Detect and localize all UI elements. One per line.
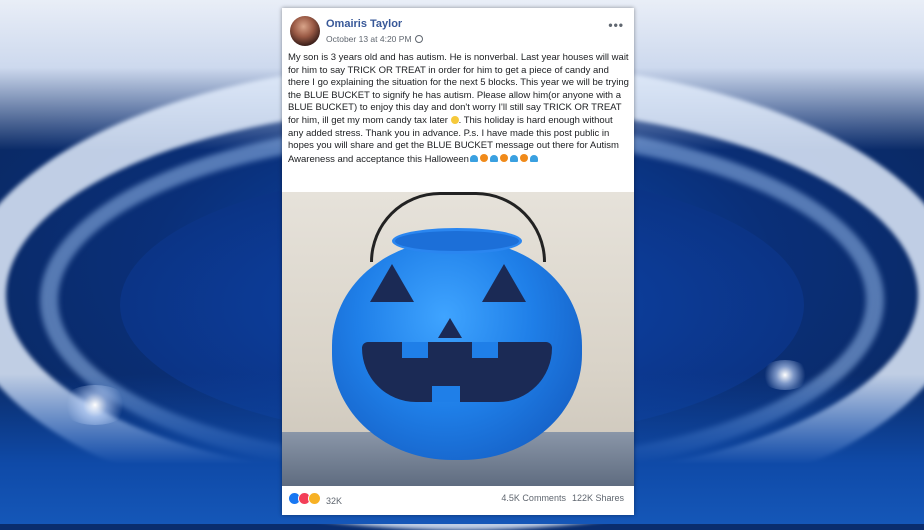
post-text: My son is 3 years old and has autism. He… <box>288 52 630 166</box>
emoji-row <box>469 153 539 166</box>
blue-heart-icon <box>489 154 498 162</box>
blue-heart-icon <box>509 154 518 162</box>
more-dots-icon[interactable]: ••• <box>608 18 624 32</box>
shares-count[interactable]: 122K Shares <box>572 493 624 503</box>
wow-reaction-icon <box>308 492 321 505</box>
post-header: Omairis Taylor October 13 at 4:20 PM ••• <box>288 14 628 50</box>
pumpkin-tooth <box>432 386 460 402</box>
post-footer: 32K 4.5K Comments 122K Shares <box>288 489 628 511</box>
comments-count[interactable]: 4.5K Comments <box>501 493 566 503</box>
post-timestamp[interactable]: October 13 at 4:20 PM <box>326 34 412 44</box>
pumpkin-tooth <box>402 342 428 358</box>
reaction-count[interactable]: 32K <box>326 496 342 506</box>
lens-flare-right <box>760 360 810 390</box>
pumpkin-icon <box>479 154 488 163</box>
engagement-stats: 4.5K Comments 122K Shares <box>495 493 624 503</box>
blue-heart-icon <box>529 154 538 162</box>
pumpkin-icon <box>499 154 508 163</box>
pumpkin-right-eye <box>482 264 526 302</box>
post-meta: October 13 at 4:20 PM <box>326 34 423 44</box>
pumpkin-nose <box>438 318 462 338</box>
author-name[interactable]: Omairis Taylor <box>326 18 402 30</box>
globe-icon <box>414 35 423 43</box>
pumpkin-tooth <box>472 342 498 358</box>
blue-heart-icon <box>469 154 478 162</box>
smiling-emoji-icon <box>450 116 459 125</box>
bucket-rim <box>392 228 522 254</box>
facebook-post-card: Omairis Taylor October 13 at 4:20 PM •••… <box>282 8 634 515</box>
lens-flare-left <box>60 385 130 425</box>
author-avatar[interactable] <box>290 16 320 46</box>
pumpkin-left-eye <box>370 264 414 302</box>
post-photo-blue-pumpkin-bucket[interactable] <box>282 192 634 486</box>
pumpkin-icon <box>519 154 528 163</box>
